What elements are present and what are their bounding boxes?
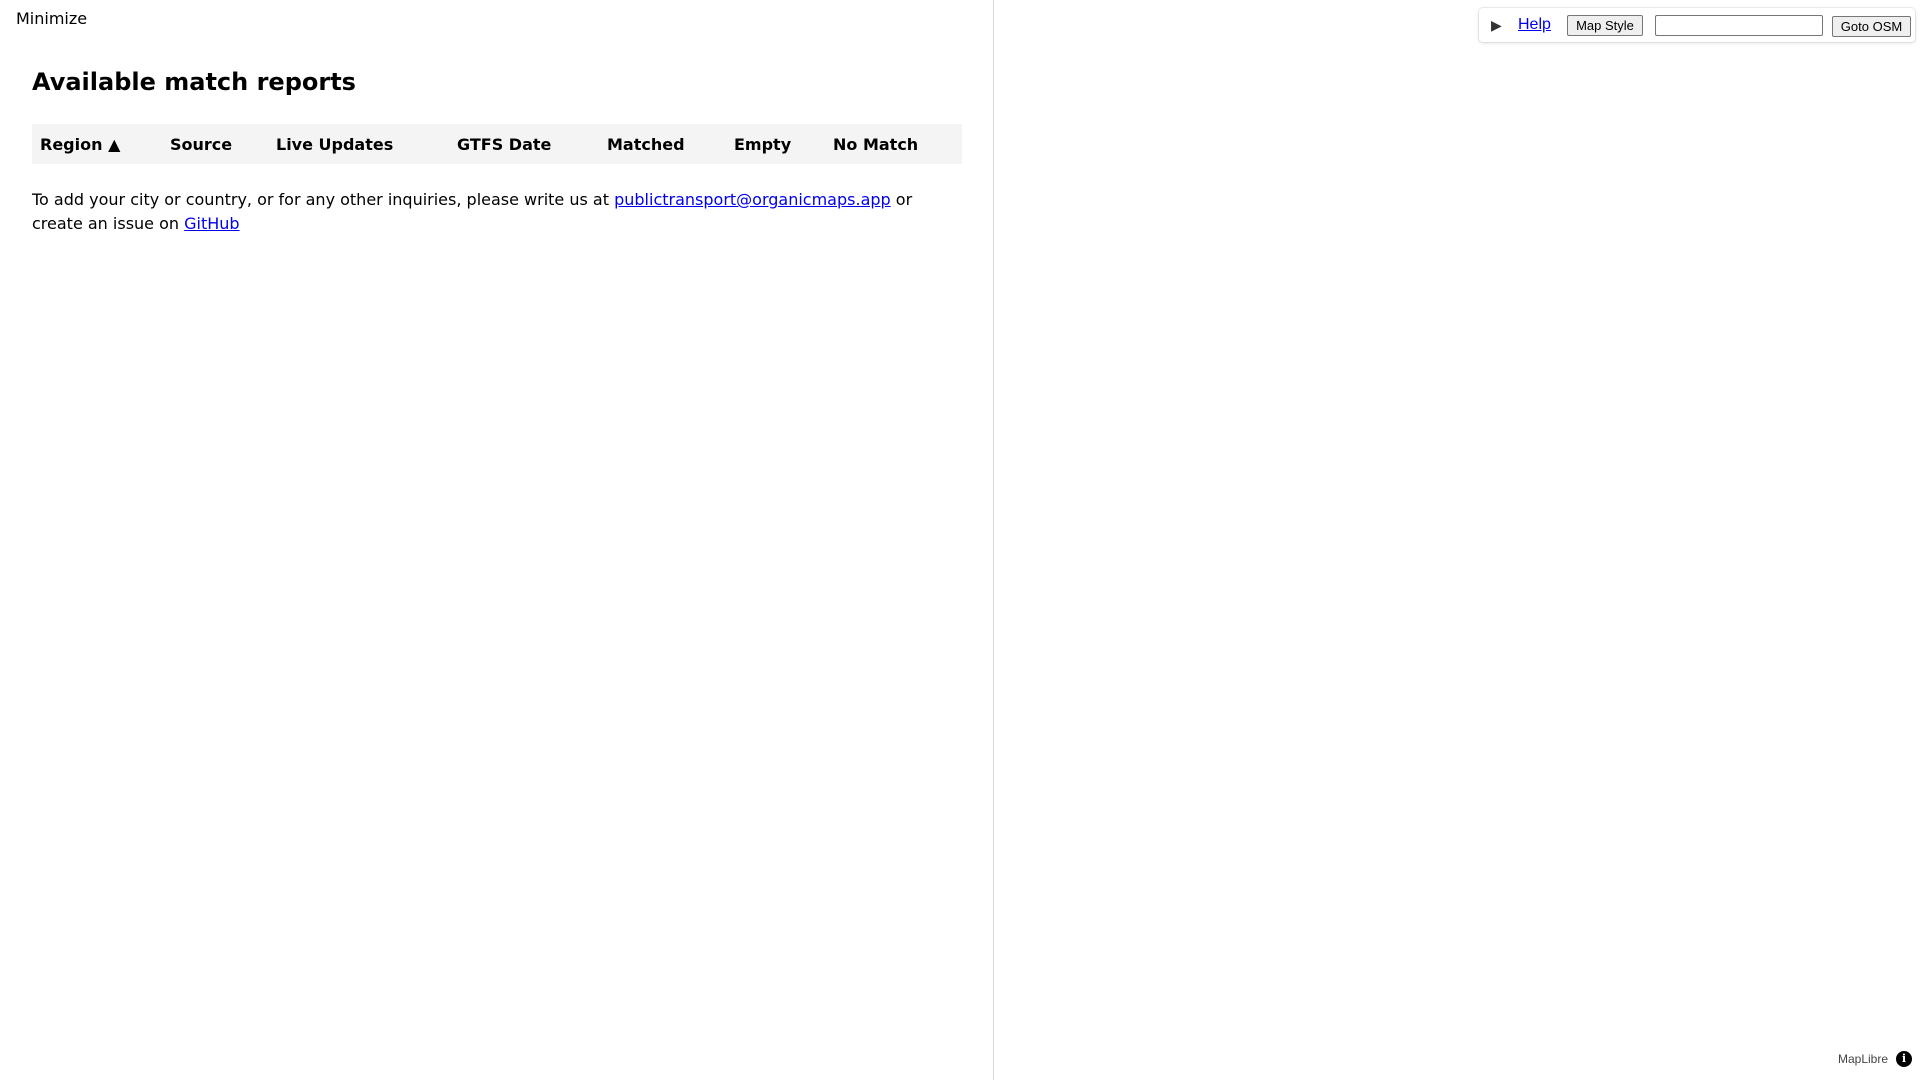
map-canvas[interactable]: ▶ Help Map Style Goto OSM MapLibre i bbox=[995, 0, 1920, 1080]
column-header-no-match[interactable]: No Match bbox=[833, 124, 962, 164]
map-style-button[interactable]: Map Style bbox=[1567, 15, 1643, 36]
expand-toolbar-icon[interactable]: ▶ bbox=[1491, 16, 1502, 34]
email-link[interactable]: publictransport@organicmaps.app bbox=[614, 190, 891, 209]
report-panel: Minimize Available match reports Region … bbox=[0, 0, 994, 1080]
column-header-live-updates[interactable]: Live Updates bbox=[276, 124, 457, 164]
column-header-gtfs-date[interactable]: GTFS Date bbox=[457, 124, 607, 164]
table-header-row: Region ▲ Source Live Updates GTFS Date M… bbox=[32, 124, 962, 164]
map-toolbar: ▶ Help Map Style Goto OSM bbox=[1479, 8, 1915, 42]
goto-osm-button[interactable]: Goto OSM bbox=[1832, 16, 1911, 37]
help-link[interactable]: Help bbox=[1518, 15, 1551, 35]
page: Minimize Available match reports Region … bbox=[0, 0, 1920, 1080]
page-title: Available match reports bbox=[32, 68, 356, 96]
map-attribution: MapLibre i bbox=[1838, 1048, 1912, 1070]
info-text-before: To add your city or country, or for any … bbox=[32, 190, 615, 209]
inquiry-info-text: To add your city or country, or for any … bbox=[32, 188, 952, 236]
column-header-source[interactable]: Source bbox=[170, 124, 276, 164]
github-link[interactable]: GitHub bbox=[184, 214, 239, 233]
column-header-matched[interactable]: Matched bbox=[607, 124, 734, 164]
info-icon[interactable]: i bbox=[1896, 1051, 1912, 1067]
column-header-empty[interactable]: Empty bbox=[734, 124, 833, 164]
minimize-button[interactable]: Minimize bbox=[16, 9, 87, 29]
column-header-region[interactable]: Region ▲ bbox=[32, 124, 170, 164]
maplibre-attribution-link[interactable]: MapLibre bbox=[1838, 1052, 1888, 1066]
match-reports-table: Region ▲ Source Live Updates GTFS Date M… bbox=[32, 124, 962, 164]
osm-search-input[interactable] bbox=[1655, 15, 1823, 36]
